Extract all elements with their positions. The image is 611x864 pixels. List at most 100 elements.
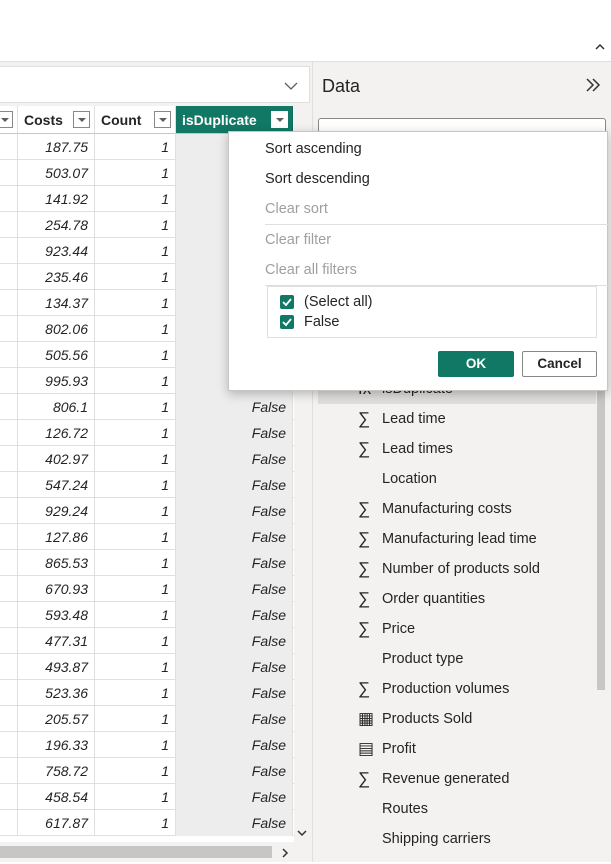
checkbox-checked-icon[interactable] [280, 315, 294, 329]
field-item[interactable]: ▤ Profit [318, 734, 596, 764]
field-item[interactable]: ∑ Manufacturing costs [318, 494, 596, 524]
menu-divider [265, 224, 609, 225]
scroll-right-chevron-icon[interactable] [280, 846, 290, 858]
column-header-isduplicate[interactable]: isDuplicate [176, 106, 293, 134]
cancel-button[interactable]: Cancel [522, 351, 597, 377]
scroll-down-chevron-icon[interactable] [296, 826, 308, 838]
cell-count: 1 [95, 342, 176, 368]
column-header-costs[interactable]: Costs [18, 106, 95, 134]
table-row: 670.93 1 False [0, 576, 294, 602]
field-label: Order quantities [382, 591, 486, 607]
column-header-count[interactable]: Count [95, 106, 176, 134]
column-header-label: Costs [24, 112, 63, 128]
field-label: Profit [382, 741, 416, 757]
field-item[interactable]: ∑ Order quantities [318, 584, 596, 614]
cell-count: 1 [95, 420, 176, 446]
sigma-icon: ∑ [358, 769, 371, 788]
column-filter-button[interactable] [154, 111, 171, 128]
cell-costs: 187.75 [18, 134, 95, 160]
field-label: Products Sold [382, 711, 473, 727]
field-item[interactable]: ∑ Price [318, 614, 596, 644]
checkbox-checked-icon[interactable] [280, 295, 294, 309]
cell-partial [0, 368, 18, 394]
field-label: Revenue generated [382, 771, 510, 787]
cell-isduplicate: False [176, 446, 293, 472]
cell-isduplicate: False [176, 628, 293, 654]
field-item[interactable]: Routes [318, 794, 596, 824]
cell-partial [0, 654, 18, 680]
column-filter-button[interactable] [0, 111, 13, 128]
cell-count: 1 [95, 160, 176, 186]
vertical-scrollbar-thumb[interactable] [597, 370, 605, 690]
field-item[interactable]: Shipping carriers [318, 824, 596, 854]
cell-partial [0, 394, 18, 420]
field-item[interactable]: ▦ Products Sold [318, 704, 596, 734]
field-item[interactable]: ∑ Lead time [318, 404, 596, 434]
field-label: Price [382, 621, 416, 637]
cell-isduplicate: False [176, 654, 293, 680]
clear-sort-item: Clear sort [265, 201, 328, 217]
clear-filter-item: Clear filter [265, 232, 332, 248]
cell-count: 1 [95, 524, 176, 550]
cell-costs: 670.93 [18, 576, 95, 602]
table-row: 929.24 1 False [0, 498, 294, 524]
field-label: Lead times [382, 441, 453, 457]
cell-partial [0, 316, 18, 342]
cell-count: 1 [95, 758, 176, 784]
cell-costs: 929.24 [18, 498, 95, 524]
sort-ascending-item[interactable]: Sort ascending [265, 141, 362, 157]
cell-isduplicate: False [176, 420, 293, 446]
field-item[interactable]: ∑ Lead times [318, 434, 596, 464]
table-row: 126.72 1 False [0, 420, 294, 446]
cell-costs: 458.54 [18, 784, 95, 810]
cell-isduplicate: False [176, 706, 293, 732]
cell-partial [0, 524, 18, 550]
search-input[interactable] [318, 118, 606, 132]
cell-partial [0, 264, 18, 290]
cell-partial [0, 784, 18, 810]
column-header-partial[interactable] [0, 106, 18, 134]
field-item[interactable]: ∑ Production volumes [318, 674, 596, 704]
field-item[interactable]: ∑ Number of products sold [318, 554, 596, 584]
cell-partial [0, 602, 18, 628]
horizontal-scrollbar[interactable] [0, 842, 294, 862]
cell-count: 1 [95, 134, 176, 160]
field-item[interactable]: Location [318, 464, 596, 494]
column-filter-dropdown: Sort ascending Sort descending Clear sor… [228, 131, 609, 391]
formula-bar[interactable] [0, 66, 310, 103]
chevron-down-icon[interactable] [283, 78, 299, 94]
measure-icon: ▤ [358, 739, 375, 758]
cell-partial [0, 342, 18, 368]
cell-isduplicate: False [176, 394, 293, 420]
horizontal-scrollbar-thumb[interactable] [0, 846, 272, 858]
collapse-ribbon-chevron-up-icon[interactable] [593, 40, 607, 54]
cell-partial [0, 472, 18, 498]
data-pane-title: Data [322, 76, 361, 96]
table-row: 617.87 1 False [0, 810, 294, 836]
field-item[interactable]: ∑ Manufacturing lead time [318, 524, 596, 554]
cell-count: 1 [95, 810, 176, 836]
table-row: 758.72 1 False [0, 758, 294, 784]
column-filter-button[interactable] [271, 111, 288, 128]
field-label: Shipping carriers [382, 831, 491, 847]
cell-partial [0, 628, 18, 654]
cell-isduplicate: False [176, 784, 293, 810]
cell-count: 1 [95, 316, 176, 342]
table-row: 547.24 1 False [0, 472, 294, 498]
column-filter-button[interactable] [73, 111, 90, 128]
cell-costs: 134.37 [18, 290, 95, 316]
cell-count: 1 [95, 498, 176, 524]
field-item[interactable]: ∑ Revenue generated [318, 764, 596, 794]
sort-descending-item[interactable]: Sort descending [265, 171, 370, 187]
field-item[interactable]: Product type [318, 644, 596, 674]
field-label: Manufacturing costs [382, 501, 512, 517]
expand-pane-chevrons-icon[interactable] [584, 76, 602, 94]
cell-count: 1 [95, 654, 176, 680]
cell-costs: 547.24 [18, 472, 95, 498]
cell-count: 1 [95, 472, 176, 498]
ribbon [0, 0, 611, 62]
sigma-icon: ∑ [358, 439, 371, 458]
table-row: 523.36 1 False [0, 680, 294, 706]
ok-button[interactable]: OK [438, 351, 514, 377]
table-row: 196.33 1 False [0, 732, 294, 758]
